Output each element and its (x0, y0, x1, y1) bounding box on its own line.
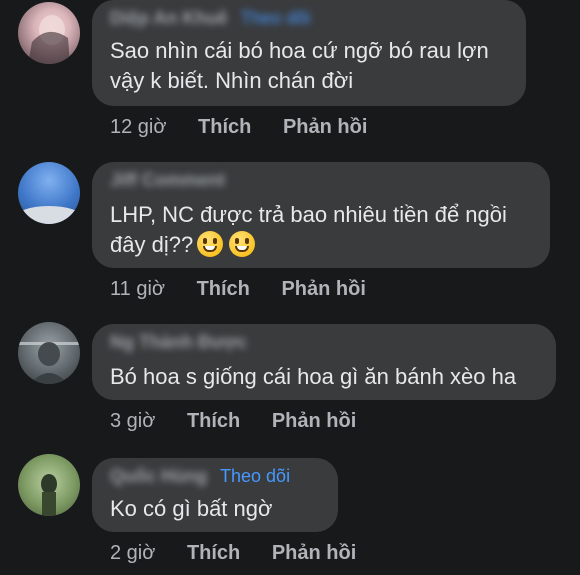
author-name[interactable]: Ng Thành Được (110, 332, 247, 352)
timestamp[interactable]: 2 giờ (110, 542, 155, 564)
comment-bubble: Quốc Hùng Theo dõi Ko có gì bất ngờ (92, 458, 338, 532)
grinning-face-icon (197, 231, 224, 257)
comment-bubble: Diệp An Khuê Theo dõi Sao nhìn cái bó ho… (92, 0, 526, 106)
comment-actions: 11 giờ Thích Phản hồi (110, 278, 392, 301)
timestamp[interactable]: 3 giờ (110, 410, 155, 432)
like-button[interactable]: Thích (187, 410, 240, 432)
reply-button[interactable]: Phản hồi (272, 410, 356, 432)
comment-text-line: Ko có gì bất ngờ (110, 496, 273, 521)
timestamp[interactable]: 12 giờ (110, 116, 166, 138)
author-line: Diệp An Khuê Theo dõi (110, 8, 310, 29)
comment-text-line: Sao nhìn cái bó hoa cứ ngỡ bó rau lợn (110, 38, 489, 63)
follow-button[interactable]: Theo dõi (240, 8, 310, 28)
comment-actions: 12 giờ Thích Phản hồi (110, 116, 393, 139)
reply-button[interactable]: Phản hồi (272, 542, 356, 564)
reply-button[interactable]: Phản hồi (281, 278, 365, 300)
avatar-photo (18, 342, 80, 384)
avatar[interactable] (18, 322, 80, 384)
author-name[interactable]: Diệp An Khuê (110, 8, 227, 28)
like-button[interactable]: Thích (197, 278, 250, 300)
author-line: Jiff Comment (110, 170, 225, 191)
grinning-face-icon (229, 231, 256, 257)
comment-text-line: vậy k biết. Nhìn chán đời (110, 68, 354, 93)
timestamp[interactable]: 11 giờ (110, 278, 165, 300)
avatar-photo (18, 206, 80, 224)
like-button[interactable]: Thích (187, 542, 240, 564)
comment-text-line: Bó hoa s giống cái hoa gì ăn bánh xèo ha (110, 364, 517, 389)
comment-text-line-2: đây dị?? (110, 230, 540, 260)
comment-text: LHP, NC được trả bao nhiêu tiền để ngồi … (110, 200, 540, 260)
comment-actions: 2 giờ Thích Phản hồi (110, 542, 382, 565)
author-line: Quốc Hùng Theo dõi (110, 466, 290, 487)
author-name[interactable]: Jiff Comment (110, 170, 225, 190)
author-line: Ng Thành Được (110, 332, 247, 353)
comment-text: Bó hoa s giống cái hoa gì ăn bánh xèo ha (110, 362, 550, 392)
comment-text: Ko có gì bất ngờ (110, 494, 330, 524)
author-name[interactable]: Quốc Hùng (110, 466, 207, 486)
comment-text-line: đây dị?? (110, 232, 194, 257)
avatar-photo (41, 474, 57, 516)
reply-button[interactable]: Phản hồi (283, 116, 367, 138)
comment-bubble: Ng Thành Được Bó hoa s giống cái hoa gì … (92, 324, 556, 400)
comment-text: Sao nhìn cái bó hoa cứ ngỡ bó rau lợn vậ… (110, 36, 520, 96)
comment-text-line: LHP, NC được trả bao nhiêu tiền để ngồi (110, 202, 507, 227)
avatar[interactable] (18, 454, 80, 516)
like-button[interactable]: Thích (198, 116, 251, 138)
avatar-photo (28, 15, 70, 64)
comment-actions: 3 giờ Thích Phản hồi (110, 410, 382, 433)
comment-bubble: Jiff Comment LHP, NC được trả bao nhiêu … (92, 162, 550, 268)
follow-button[interactable]: Theo dõi (220, 466, 290, 486)
avatar[interactable] (18, 162, 80, 224)
avatar[interactable] (18, 2, 80, 64)
